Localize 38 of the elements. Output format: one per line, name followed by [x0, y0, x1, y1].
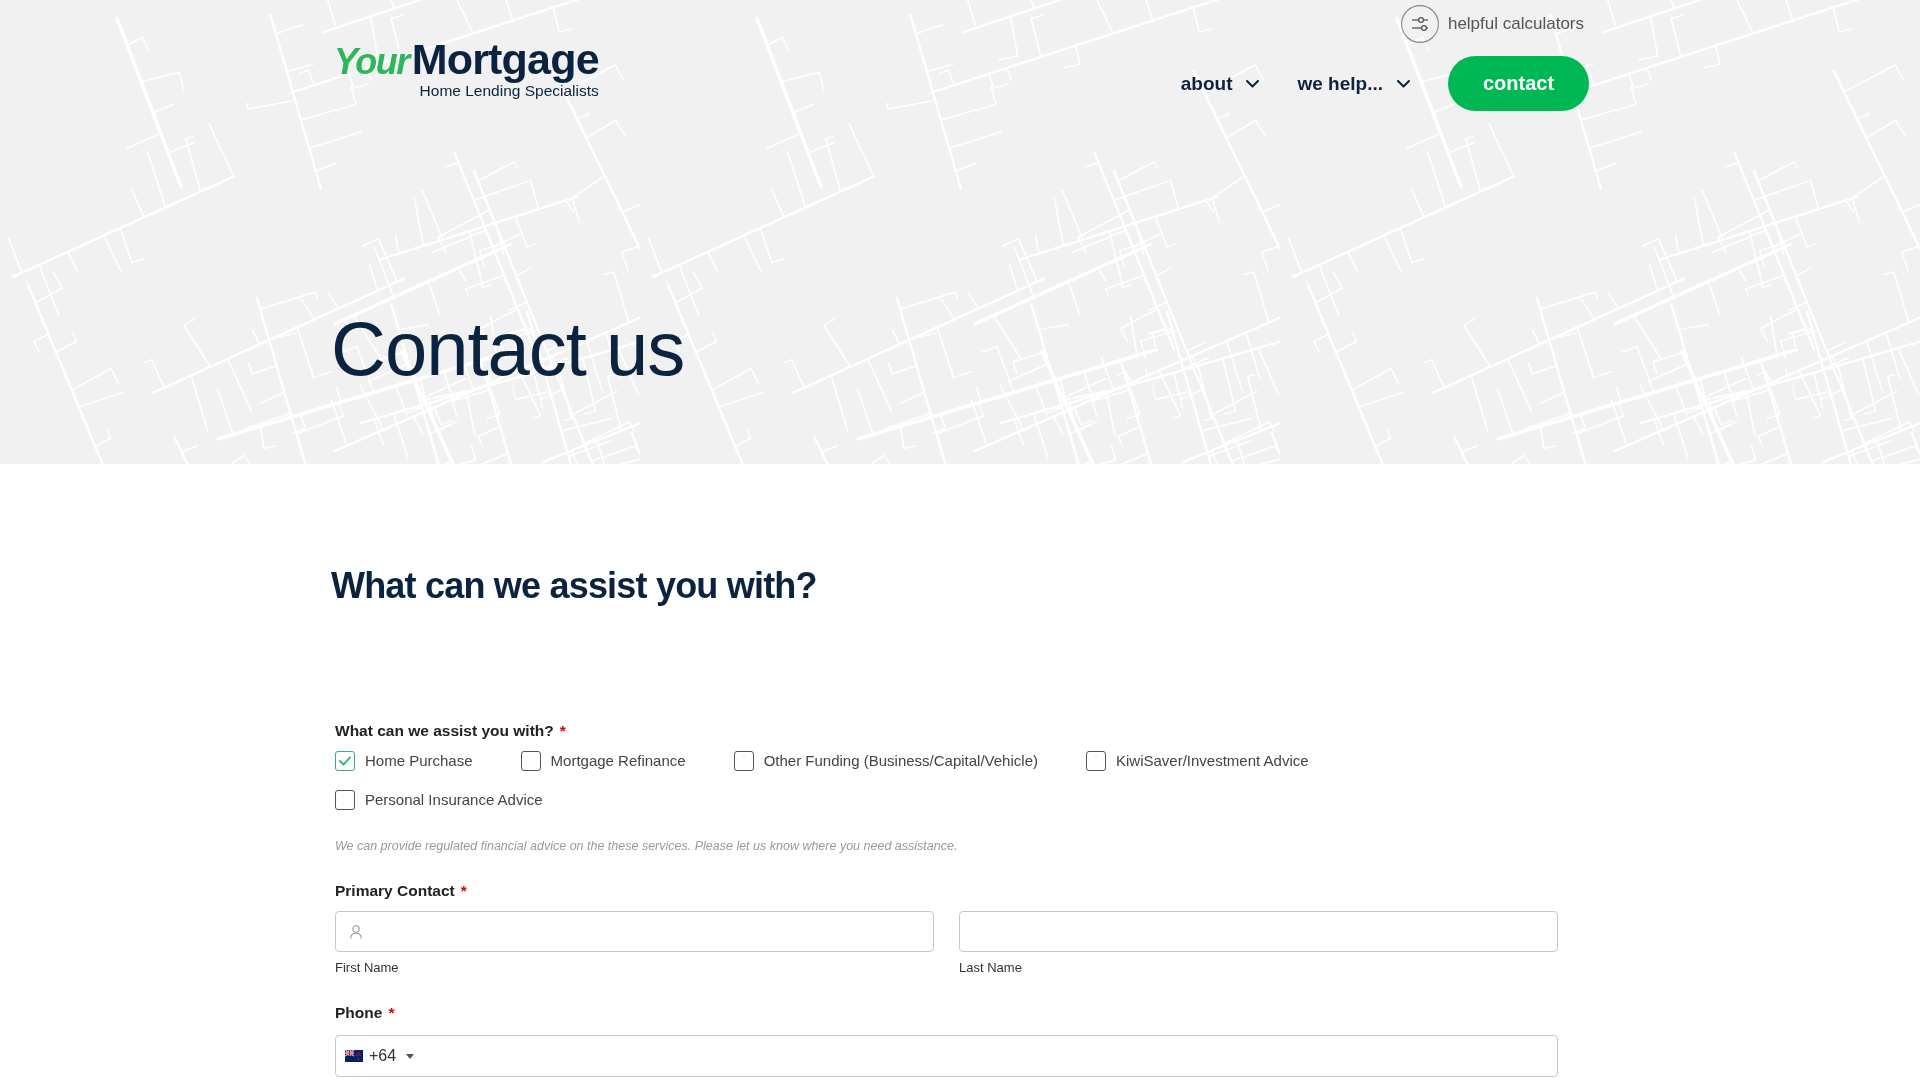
field-caption: First Name	[335, 960, 399, 977]
help-text: We can provide regulated financial advice on the these services. Please let us know where you need assistance.	[335, 839, 958, 854]
logo-tagline: Home Lending Specialists	[419, 82, 599, 100]
required-mark: *	[559, 721, 566, 742]
text-field[interactable]	[959, 911, 1558, 953]
nav-link[interactable]: we help...	[1297, 72, 1410, 95]
country-code[interactable]: +64	[369, 1046, 397, 1067]
person-icon	[350, 924, 362, 939]
checkbox-label: Personal Insurance Advice	[365, 790, 543, 811]
checkbox[interactable]	[520, 751, 541, 772]
checkbox-label: KiwiSaver/Investment Advice	[1115, 751, 1309, 772]
calculators-link[interactable]: helpful calculators	[1400, 5, 1584, 43]
required-mark: *	[388, 1003, 395, 1024]
field-label: Phone	[335, 1003, 383, 1024]
logo-wordmark: Mortgage	[411, 38, 599, 81]
chevron-down-icon	[1397, 79, 1410, 88]
checkmark-icon	[339, 756, 351, 767]
field-label: What can we assist you with?	[335, 721, 554, 742]
page-title: Contact us	[331, 311, 685, 387]
sliders-icon	[1400, 5, 1439, 43]
chevron-down-icon	[1246, 79, 1260, 88]
caret-down-icon[interactable]	[406, 1053, 415, 1059]
logo-script-text: Your	[334, 44, 409, 80]
nav-link[interactable]: about	[1180, 72, 1260, 95]
checkbox[interactable]	[335, 790, 355, 811]
checkbox[interactable]	[1085, 751, 1106, 772]
checkbox-label: Home Purchase	[365, 751, 473, 772]
text-field[interactable]	[335, 911, 934, 953]
flag-icon[interactable]	[345, 1050, 363, 1063]
checkbox-label: Mortgage Refinance	[550, 751, 686, 772]
field-label: Primary Contact	[335, 881, 455, 902]
required-mark: *	[460, 881, 467, 902]
phone-field[interactable]: +64	[335, 1035, 1558, 1078]
section-heading: What can we assist you with?	[331, 564, 817, 608]
field-caption: Last Name	[959, 960, 1022, 977]
checkbox-label: Other Funding (Business/Capital/Vehicle)	[763, 751, 1038, 772]
checkbox[interactable]	[733, 751, 754, 772]
checkbox[interactable]	[335, 751, 355, 772]
